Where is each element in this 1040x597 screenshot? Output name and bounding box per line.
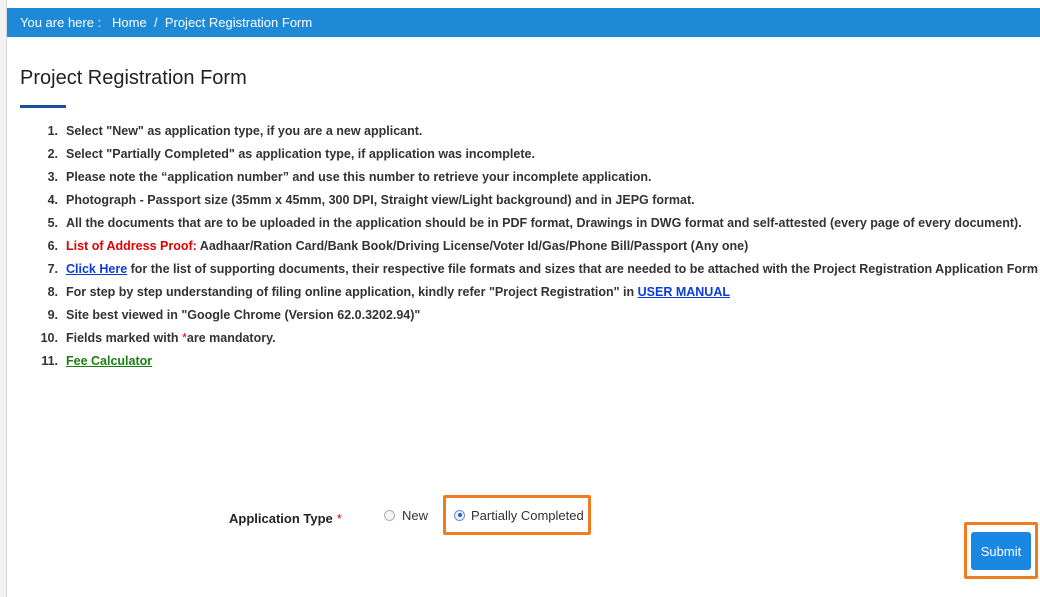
fee-calculator-link[interactable]: Fee Calculator — [66, 354, 152, 368]
instruction-number: 1. — [47, 124, 58, 138]
instruction-text: All the documents that are to be uploade… — [66, 216, 1022, 230]
instruction-text: Click Here for the list of supporting do… — [66, 258, 1040, 281]
instruction-text: Fields marked with *are mandatory. — [66, 327, 1040, 350]
instruction-text: Photograph - Passport size (35mm x 45mm,… — [66, 193, 695, 207]
breadcrumb-prefix: You are here : — [20, 15, 102, 30]
radio-label-partially-completed: Partially Completed — [471, 507, 584, 523]
mandatory-text-before: Fields marked with — [66, 331, 183, 345]
instruction-text: List of Address Proof: Aadhaar/Ration Ca… — [66, 235, 1040, 258]
click-here-link[interactable]: Click Here — [66, 262, 127, 276]
application-type-text: Application Type — [229, 511, 333, 526]
radio-checked-icon[interactable] — [454, 509, 465, 521]
mandatory-text-after: are mandatory. — [186, 331, 276, 345]
radio-label-new: New — [402, 508, 429, 523]
instruction-item: 10. Fields marked with *are mandatory. — [28, 327, 1040, 350]
instruction-item: 2. Select "Partially Completed" as appli… — [28, 143, 1040, 166]
instruction-number: 6. — [47, 239, 58, 253]
radio-unchecked-icon[interactable] — [384, 510, 395, 521]
instruction-number: 7. — [47, 262, 58, 276]
address-proof-text: Aadhaar/Ration Card/Bank Book/Driving Li… — [196, 239, 749, 253]
instruction-text: Select "Partially Completed" as applicat… — [66, 147, 535, 161]
instruction-number: 3. — [47, 170, 58, 184]
breadcrumb: You are here : Home / Project Registrati… — [7, 8, 1040, 37]
instruction-item: 6. List of Address Proof: Aadhaar/Ration… — [28, 235, 1040, 258]
instruction-item: 3. Please note the “application number” … — [28, 166, 1040, 189]
instruction-text: Please note the “application number” and… — [66, 170, 652, 184]
instruction-text: For step by step understanding of filing… — [66, 281, 1040, 304]
radio-option-partially-completed[interactable]: Partially Completed — [443, 495, 591, 535]
instruction-text: Fee Calculator — [66, 350, 1040, 373]
instruction-item: 4. Photograph - Passport size (35mm x 45… — [28, 189, 1040, 212]
supporting-docs-text: for the list of supporting documents, th… — [127, 262, 1038, 276]
left-frame-border — [0, 0, 7, 597]
application-type-label: Application Type * — [229, 511, 342, 526]
instruction-item: 7. Click Here for the list of supporting… — [28, 258, 1040, 281]
instruction-number: 11. — [41, 354, 58, 368]
submit-button[interactable]: Submit — [971, 532, 1031, 570]
instruction-item: 8. For step by step understanding of fil… — [28, 281, 1040, 304]
instruction-number: 5. — [47, 216, 58, 230]
instruction-number: 8. — [47, 285, 58, 299]
instruction-number: 2. — [47, 147, 58, 161]
instruction-text: Select "New" as application type, if you… — [66, 124, 423, 138]
breadcrumb-home-link[interactable]: Home — [112, 15, 147, 30]
address-proof-label: List of Address Proof: — [66, 239, 197, 253]
instruction-text: Site best viewed in "Google Chrome (Vers… — [66, 308, 421, 322]
instruction-item: 5. All the documents that are to be uplo… — [28, 212, 1040, 235]
instruction-number: 10. — [40, 331, 58, 345]
page-title: Project Registration Form — [20, 67, 247, 89]
instruction-item: 9. Site best viewed in "Google Chrome (V… — [28, 304, 1040, 327]
instruction-item: 1. Select "New" as application type, if … — [28, 120, 1040, 143]
required-asterisk: * — [336, 511, 342, 526]
user-manual-text: For step by step understanding of filing… — [66, 285, 638, 299]
user-manual-link[interactable]: USER MANUAL — [638, 285, 730, 299]
instructions-list: 1. Select "New" as application type, if … — [28, 120, 1040, 373]
breadcrumb-current: Project Registration Form — [164, 15, 313, 30]
instruction-item: 11. Fee Calculator — [28, 350, 1040, 373]
radio-option-new[interactable]: New — [384, 508, 428, 523]
instruction-number: 9. — [47, 308, 58, 322]
title-underline — [20, 105, 66, 108]
instruction-number: 4. — [47, 193, 58, 207]
